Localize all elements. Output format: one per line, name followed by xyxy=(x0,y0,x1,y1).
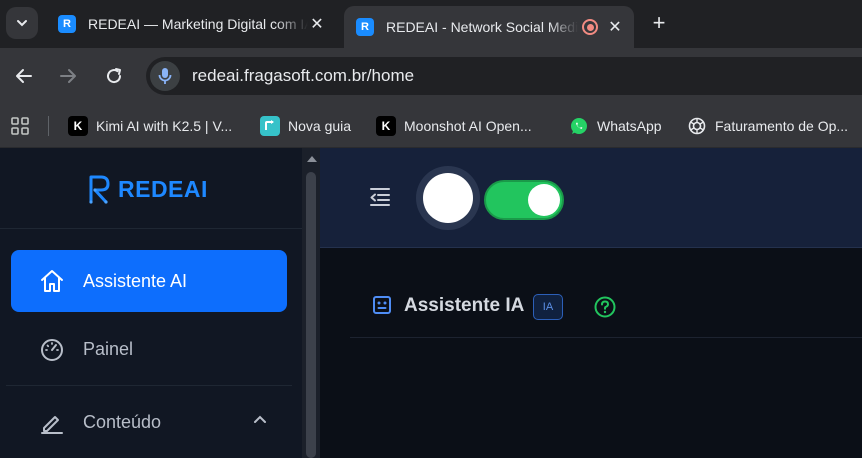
sidebar-item-label: Painel xyxy=(83,338,134,359)
close-icon[interactable]: ✕ xyxy=(308,15,326,33)
bookmark-separator xyxy=(48,116,49,136)
bookmark-whatsapp[interactable]: WhatsApp xyxy=(569,114,662,138)
bookmark-moonshot[interactable]: K Moonshot AI Open... xyxy=(376,114,532,138)
redeai-favicon-icon: R xyxy=(356,18,374,36)
page-content: REDEAI Assistente AI Painel Conteúdo Ass… xyxy=(0,148,862,458)
sidebar-item-label: Conteúdo xyxy=(83,411,162,432)
arrow-right-icon xyxy=(60,69,76,83)
tab-strip: R REDEAI — Marketing Digital com IA ✕ R … xyxy=(0,0,862,48)
browser-toolbar: redeai.fragasoft.com.br/home xyxy=(0,48,862,104)
kimi-logo-icon: K xyxy=(376,116,396,136)
url-text: redeai.fragasoft.com.br/home xyxy=(192,66,415,85)
bookmark-label: Nova guia xyxy=(288,118,352,134)
bookmark-faturamento[interactable]: Faturamento de Op... xyxy=(687,114,848,138)
sidebar: REDEAI Assistente AI Painel Conteúdo xyxy=(0,148,302,458)
theme-toggle[interactable] xyxy=(484,180,564,220)
new-tab-button[interactable]: + xyxy=(648,12,670,34)
tab-search-button[interactable] xyxy=(6,7,38,39)
home-icon xyxy=(39,268,65,294)
ia-badge: IA xyxy=(533,294,563,320)
openai-logo-icon xyxy=(687,116,707,136)
help-circle-icon[interactable] xyxy=(594,296,616,318)
pencil-icon xyxy=(39,409,65,435)
forward-button[interactable] xyxy=(54,62,82,90)
kimi-logo-icon: K xyxy=(68,116,88,136)
whatsapp-icon xyxy=(569,116,589,136)
arrow-left-icon xyxy=(16,69,32,83)
tab-redeai-network[interactable]: R REDEAI - Network Social Media ✕ xyxy=(344,6,634,48)
sidebar-item-painel[interactable]: Painel xyxy=(11,318,287,380)
chevron-up-icon[interactable] xyxy=(253,413,267,427)
user-avatar[interactable] xyxy=(416,166,480,230)
scroll-up-arrow-icon[interactable] xyxy=(307,156,317,162)
top-header xyxy=(320,148,862,248)
sidebar-divider xyxy=(0,228,302,229)
page-title: Assistente IA xyxy=(404,295,525,316)
bookmark-nova-guia[interactable]: Nova guia xyxy=(260,114,351,138)
bookmark-label: Moonshot AI Open... xyxy=(404,118,532,134)
sidebar-divider xyxy=(6,385,292,386)
sidebar-collapse-icon[interactable] xyxy=(368,186,392,208)
redeai-favicon-icon: R xyxy=(58,15,76,33)
browser-window: R REDEAI — Marketing Digital com IA ✕ R … xyxy=(0,0,862,458)
sidebar-item-label: Assistente AI xyxy=(83,270,188,291)
reload-icon xyxy=(107,68,122,84)
sidebar-item-conteudo[interactable]: Conteúdo xyxy=(11,391,287,453)
recording-icon xyxy=(582,19,598,35)
toggle-knob xyxy=(528,184,560,216)
dashboard-gauge-icon xyxy=(39,336,65,362)
address-bar[interactable]: redeai.fragasoft.com.br/home xyxy=(146,57,862,95)
bookmark-kimi[interactable]: K Kimi AI with K2.5 | V... xyxy=(68,114,232,138)
close-icon[interactable]: ✕ xyxy=(606,18,624,36)
avatar-image xyxy=(423,173,473,223)
redeai-logo-icon xyxy=(89,175,110,204)
nova-guia-icon xyxy=(260,116,280,136)
chevron-down-icon xyxy=(17,20,27,27)
microphone-icon xyxy=(158,68,172,84)
sidebar-item-assistente-ai[interactable]: Assistente AI xyxy=(11,250,287,312)
robot-icon xyxy=(373,296,391,314)
voice-search-button[interactable] xyxy=(150,61,180,91)
tab-title: REDEAI - Network Social Media xyxy=(386,19,578,35)
tab-title: REDEAI — Marketing Digital com IA xyxy=(88,16,308,32)
bookmark-label: WhatsApp xyxy=(597,118,662,134)
logo-text: REDEAI xyxy=(118,175,208,202)
bookmark-label: Faturamento de Op... xyxy=(715,118,849,134)
scroll-thumb[interactable] xyxy=(306,172,316,458)
back-button[interactable] xyxy=(10,62,38,90)
content-header: Assistente IA IA xyxy=(350,278,862,338)
bookmarks-bar: K Kimi AI with K2.5 | V... Nova guia K M… xyxy=(0,104,862,148)
logo[interactable]: REDEAI xyxy=(88,174,208,204)
sidebar-scrollbar[interactable] xyxy=(302,148,320,458)
apps-grid-icon[interactable] xyxy=(10,116,30,136)
bookmark-label: Kimi AI with K2.5 | V... xyxy=(96,118,233,134)
reload-button[interactable] xyxy=(100,62,128,90)
tab-redeai-marketing[interactable]: R REDEAI — Marketing Digital com IA ✕ xyxy=(46,6,336,42)
